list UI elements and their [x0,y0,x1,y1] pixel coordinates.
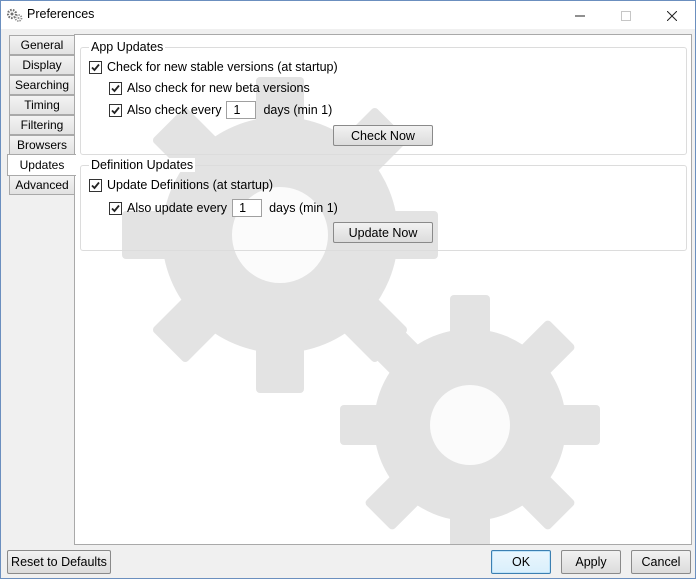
maximize-button[interactable] [603,1,649,29]
close-button[interactable] [649,1,695,29]
check-stable-checkbox[interactable] [89,60,102,74]
maximize-icon [621,10,631,21]
tab-filtering[interactable]: Filtering [9,115,75,135]
checkmark-icon [91,63,100,71]
ok-button[interactable]: OK [491,550,551,574]
check-stable-label: Check for new stable versions (at startu… [107,60,338,74]
update-interval-input[interactable]: 1 [232,199,263,217]
checkmark-icon [111,106,120,114]
tab-browsers[interactable]: Browsers [9,135,75,155]
check-every-label: Also check every [127,103,222,117]
tab-searching[interactable]: Searching [9,75,75,95]
definition-updates-group: Definition Updates Update Definitions (a… [80,158,687,251]
update-definitions-row[interactable]: Update Definitions (at startup) [89,176,273,194]
check-now-button[interactable]: Check Now [333,125,433,146]
tab-updates[interactable]: Updates [7,154,76,176]
check-every-row[interactable]: Also check every 1 days (min 1) [109,101,332,119]
checkmark-icon [91,181,100,189]
check-every-suffix: days (min 1) [263,103,333,117]
apply-button[interactable]: Apply [561,550,621,574]
update-every-checkbox[interactable] [109,201,122,215]
check-interval-input[interactable]: 1 [226,101,257,119]
close-icon [666,10,678,22]
update-now-button[interactable]: Update Now [333,222,433,243]
update-every-label: Also update every [127,201,228,215]
check-beta-checkbox[interactable] [109,81,122,95]
update-every-row[interactable]: Also update every 1 days (min 1) [109,199,338,217]
minimize-icon [575,15,585,17]
check-every-checkbox[interactable] [109,103,122,117]
definition-updates-title: Definition Updates [89,158,196,172]
app-updates-group: App Updates Check for new stable version… [80,40,687,155]
update-every-suffix: days (min 1) [269,201,338,215]
cancel-button[interactable]: Cancel [631,550,691,574]
reset-to-defaults-button[interactable]: Reset to Defaults [7,550,111,574]
tab-timing[interactable]: Timing [9,95,75,115]
checkmark-icon [111,84,120,92]
updates-panel: App Updates Check for new stable version… [74,34,692,545]
title-bar[interactable]: Preferences [1,1,695,29]
check-stable-row[interactable]: Check for new stable versions (at startu… [89,58,338,76]
checkmark-icon [111,204,120,212]
preferences-window: Preferences General Display Searching Ti… [0,0,696,579]
update-definitions-label: Update Definitions (at startup) [107,178,274,192]
tab-advanced[interactable]: Advanced [9,175,75,195]
window-title: Preferences [27,7,95,21]
tab-general[interactable]: General [9,35,75,55]
tab-display[interactable]: Display [9,55,75,75]
update-definitions-checkbox[interactable] [89,178,102,192]
app-updates-title: App Updates [89,40,166,54]
check-beta-label: Also check for new beta versions [127,81,310,95]
minimize-button[interactable] [557,1,603,29]
check-beta-row[interactable]: Also check for new beta versions [109,79,310,97]
gears-icon [6,8,23,22]
